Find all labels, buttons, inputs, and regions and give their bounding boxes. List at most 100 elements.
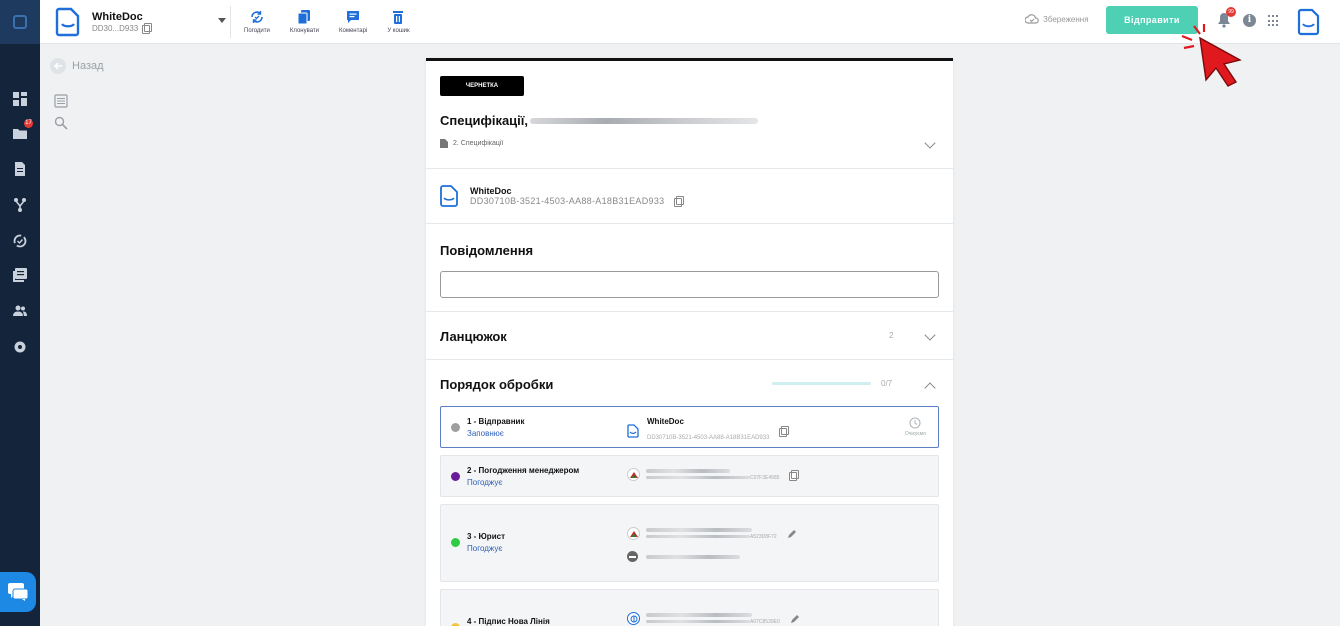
chat-button[interactable]: [0, 572, 36, 612]
apps-grid-icon[interactable]: [1268, 15, 1280, 27]
save-status-text: Збереження: [1043, 14, 1089, 24]
comments-icon: [347, 11, 360, 23]
comments-button[interactable]: Коментарі: [329, 0, 377, 44]
back-label: Назад: [72, 60, 104, 72]
divider: [426, 168, 953, 169]
order-count: 0/7: [881, 379, 893, 388]
entity-id: DD30710B-3521-4503-AA88-A18B31EAD933: [470, 196, 665, 206]
chat-icon: [8, 583, 28, 601]
step-role: Погоджує: [467, 478, 503, 487]
copy-id-icon[interactable]: [779, 425, 790, 437]
step-title: 2 - Погодження менеджером: [467, 466, 580, 475]
divider: [426, 311, 953, 312]
chevron-down-icon[interactable]: [924, 329, 936, 341]
approve-label: Погодити: [244, 28, 270, 34]
redacted-title: [530, 117, 759, 124]
back-link[interactable]: Назад: [50, 58, 104, 74]
clone-icon: [297, 10, 311, 24]
company-seal-icon: [627, 612, 640, 625]
document-icon[interactable]: [10, 160, 30, 178]
cloud-sync-icon: [1025, 14, 1039, 24]
step-status-dot: [451, 423, 460, 432]
comments-label: Коментарі: [339, 28, 368, 34]
whitedoc-logo-icon: [55, 7, 80, 37]
approve-cycle-icon: [251, 11, 263, 23]
order-title[interactable]: Порядок обробки: [440, 377, 553, 392]
divider: [426, 359, 953, 360]
document-type: 2. Специфікації: [440, 139, 503, 148]
step-entity-id: DD30710B-3521-4503-AA88-A18B31EAD933: [647, 435, 770, 441]
trash-icon: [393, 11, 404, 24]
chevron-up-icon[interactable]: [924, 382, 936, 394]
left-nav-rail: 17: [0, 0, 40, 626]
dashboard-icon[interactable]: [10, 90, 30, 108]
message-input[interactable]: [440, 271, 939, 298]
document-short-id: DD30...D933: [92, 23, 139, 33]
copy-id-icon[interactable]: [789, 469, 800, 481]
redacted-id: [646, 535, 750, 538]
approve-button[interactable]: Погодити: [234, 0, 280, 44]
chain-title[interactable]: Ланцюжок: [440, 329, 507, 344]
redacted-name: [646, 554, 740, 559]
step-id-tail: A07C8539E0: [750, 618, 780, 625]
entity-name: WhiteDoc: [470, 186, 512, 196]
step-title: 4 - Підпис Нова Лінія: [467, 617, 550, 626]
redacted-name: [646, 527, 752, 532]
step-id-tail: A523D8F72: [750, 533, 777, 540]
edit-pencil-icon[interactable]: [790, 614, 800, 624]
routes-icon[interactable]: [10, 196, 30, 214]
users-icon[interactable]: [10, 302, 30, 320]
list-view-icon[interactable]: [54, 94, 68, 108]
message-title: Повідомлення: [440, 243, 534, 258]
search-icon[interactable]: [54, 116, 68, 130]
toolbar: Погодити Клонувати Коментарі У кошик: [234, 0, 420, 44]
chevron-down-icon[interactable]: [924, 137, 936, 149]
step-entity: WhiteDoc DD30710B-3521-4503-AA88-A18B31E…: [627, 417, 790, 444]
step-entity: [627, 551, 740, 562]
step-role: Заповнює: [467, 429, 504, 438]
document-type-label: 2. Специфікації: [453, 140, 504, 147]
folder-icon[interactable]: 17: [10, 119, 33, 142]
step-entity: A523D8F72: [627, 527, 797, 540]
company-seal-icon: [627, 527, 640, 540]
edit-pencil-icon[interactable]: [787, 529, 797, 539]
registry-icon[interactable]: [10, 266, 30, 284]
workflow-step[interactable]: 4 - Підпис Нова Лінія A07C8539E0: [440, 589, 939, 626]
save-status: Збереження: [1025, 14, 1089, 24]
step-id-tail: C07F3E4585: [750, 474, 780, 481]
trash-button[interactable]: У кошик: [377, 0, 419, 44]
send-button[interactable]: Відправити: [1106, 6, 1198, 34]
clone-button[interactable]: Клонувати: [280, 0, 329, 44]
document-switcher[interactable]: WhiteDoc DD30...D933: [50, 4, 232, 40]
folders-badge: 17: [24, 119, 33, 128]
brand-logo-icon[interactable]: [1297, 8, 1321, 36]
workflow-step[interactable]: 1 - Відправник Заповнює WhiteDoc DD30710…: [440, 406, 939, 448]
remove-signer-icon[interactable]: [627, 551, 638, 562]
workflow-step[interactable]: 2 - Погодження менеджером Погоджує C07F3…: [440, 455, 939, 497]
whitedoc-logo-icon: [440, 185, 458, 207]
page-title: Специфікації,: [440, 113, 759, 128]
clone-label: Клонувати: [289, 28, 320, 34]
rail-logo[interactable]: [0, 0, 40, 44]
step-entity: A07C8539E0: [627, 612, 800, 625]
redacted-id: [646, 620, 750, 623]
approvals-icon[interactable]: [10, 232, 30, 250]
redacted-name: [646, 468, 730, 473]
copy-id-icon[interactable]: [142, 23, 153, 34]
copy-id-icon[interactable]: [674, 196, 685, 207]
step-title: 1 - Відправник: [467, 417, 525, 426]
workflow-step[interactable]: 3 - Юрист Погоджує A523D8F72: [440, 504, 939, 582]
clock-icon: [909, 417, 921, 429]
step-status: Очікуємо: [905, 417, 926, 437]
document-card: ЧЕРНЕТКА Специфікації, 2. Специфікації W…: [426, 58, 953, 626]
step-status-text: Очікуємо: [904, 431, 926, 437]
document-name: WhiteDoc: [92, 11, 143, 23]
settings-icon[interactable]: [10, 338, 30, 356]
sender-entity: WhiteDoc DD30710B-3521-4503-AA88-A18B31E…: [440, 185, 685, 207]
step-title: 3 - Юрист: [467, 532, 505, 541]
info-icon[interactable]: i: [1243, 14, 1256, 27]
status-badge: ЧЕРНЕТКА: [440, 76, 524, 96]
title-prefix: Специфікації,: [440, 113, 529, 128]
step-status-dot: [451, 472, 460, 481]
chevron-down-icon[interactable]: [218, 18, 226, 23]
